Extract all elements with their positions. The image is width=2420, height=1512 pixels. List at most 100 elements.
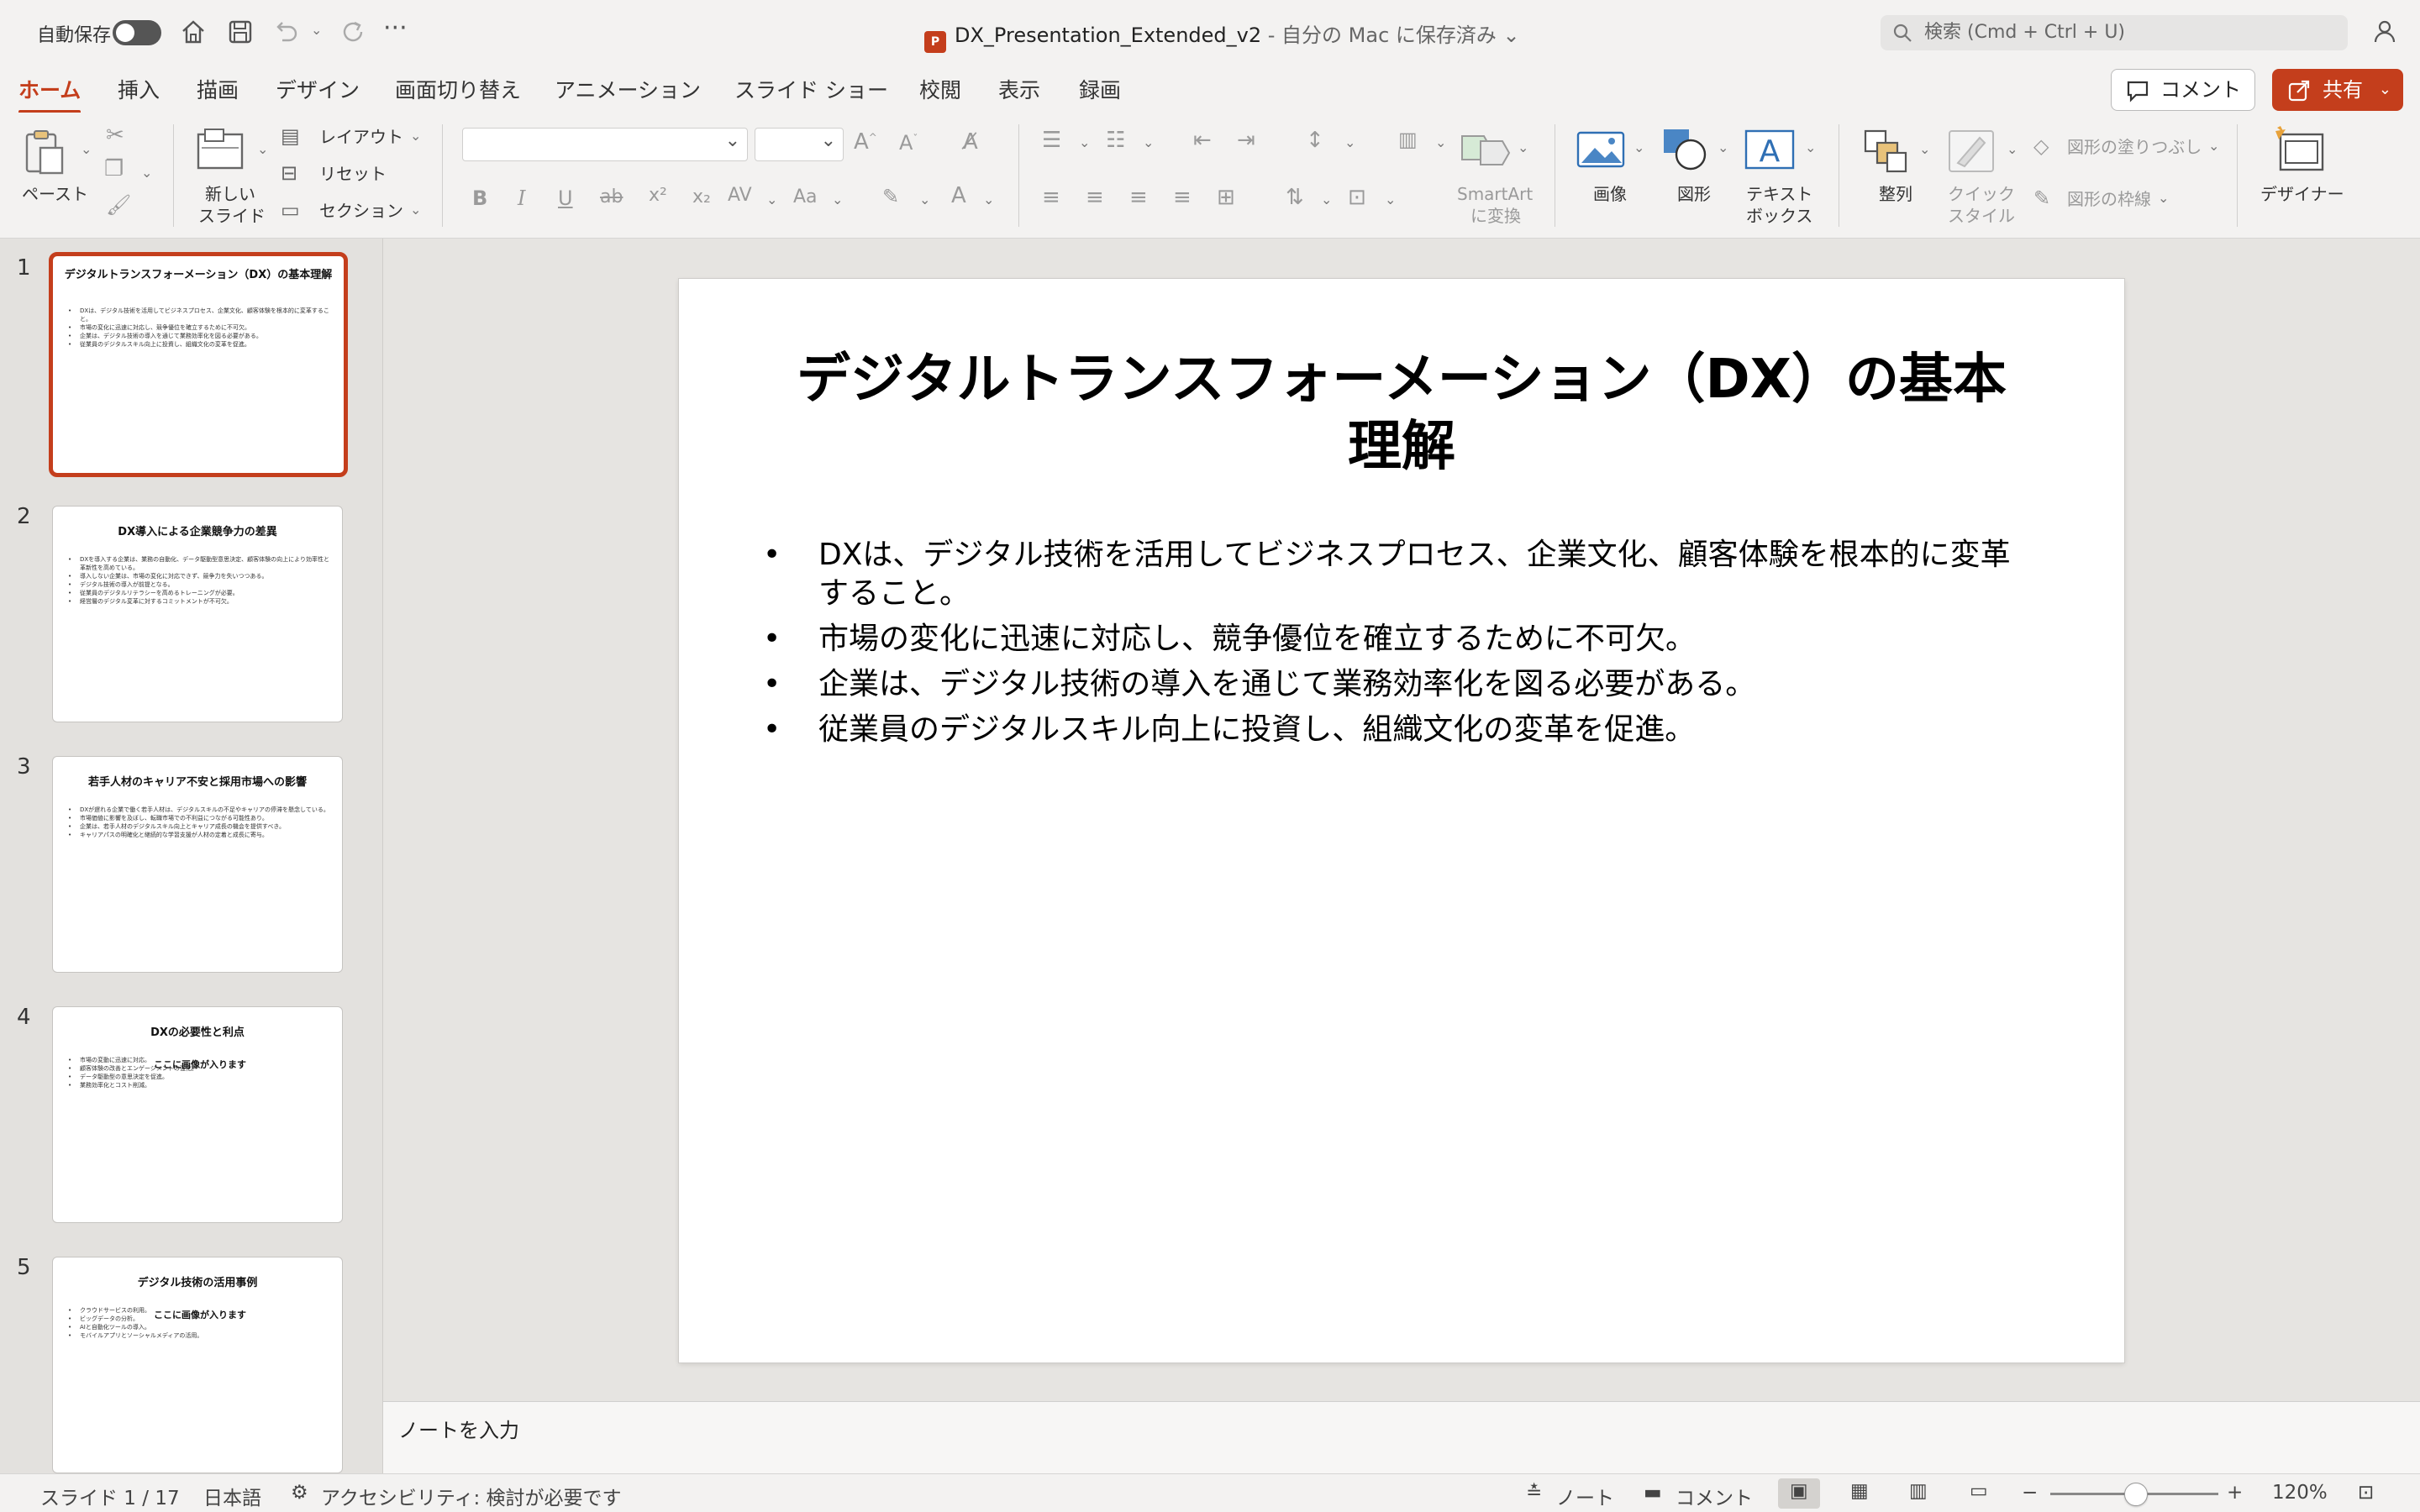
font-color-dropdown-icon[interactable]: ⌄ <box>983 192 994 207</box>
section-button[interactable]: セクション <box>319 200 403 222</box>
change-case-icon[interactable]: Aa <box>793 186 818 207</box>
search-input[interactable]: 検索 (Cmd + Ctrl + U) <box>1881 15 2348 50</box>
accessibility-icon[interactable]: ⚙ <box>291 1482 308 1504</box>
cut-icon[interactable]: ✂ <box>106 123 124 148</box>
align-left-icon[interactable]: ≡ <box>1042 185 1060 210</box>
textbox-dropdown-icon[interactable]: ⌄ <box>1805 139 1816 155</box>
reset-button[interactable]: リセット <box>319 163 387 185</box>
copy-dropdown-icon[interactable]: ⌄ <box>141 165 152 181</box>
justify-icon[interactable]: ≡ <box>1173 185 1192 210</box>
save-icon[interactable] <box>225 17 255 47</box>
bold-icon[interactable]: B <box>472 186 487 210</box>
columns-icon[interactable]: ▥ <box>1398 128 1418 151</box>
shapes-dropdown-icon[interactable]: ⌄ <box>1718 139 1728 155</box>
decrease-font-icon[interactable]: Aˇ <box>899 131 918 155</box>
zoom-in-icon[interactable]: + <box>2227 1482 2243 1504</box>
tab-insert[interactable]: 挿入 <box>118 74 160 104</box>
notes-icon[interactable]: ≛ <box>1526 1482 1542 1504</box>
document-title[interactable]: P DX_Presentation_Extended_v2 - 自分の Mac に… <box>924 18 1520 53</box>
smartart-dropdown-icon[interactable]: ⌄ <box>1518 139 1528 155</box>
shape-fill-icon[interactable]: ◇ <box>2033 134 2049 158</box>
fit-to-window-icon[interactable]: ⊡ <box>2358 1482 2374 1504</box>
comments-icon[interactable]: ▬ <box>1644 1482 1662 1504</box>
paste-icon[interactable] <box>22 128 72 181</box>
zoom-slider-handle[interactable] <box>2124 1483 2148 1506</box>
textbox-icon[interactable]: A <box>1743 128 1797 175</box>
font-name-select[interactable] <box>462 128 748 161</box>
text-direction-dropdown-icon[interactable]: ⌄ <box>1321 192 1332 207</box>
slide-sorter-button[interactable]: ▦ <box>1839 1478 1881 1509</box>
section-dropdown-icon[interactable]: ⌄ <box>410 202 421 218</box>
bullets-dropdown-icon[interactable]: ⌄ <box>1079 134 1090 150</box>
home-icon[interactable] <box>178 17 208 47</box>
reset-icon[interactable]: ⊟ <box>281 161 297 185</box>
numbering-dropdown-icon[interactable]: ⌄ <box>1143 134 1154 150</box>
character-spacing-icon[interactable]: AV <box>728 185 752 206</box>
new-slide-dropdown-icon[interactable]: ⌄ <box>257 141 268 157</box>
undo-icon[interactable] <box>271 17 301 47</box>
tab-view[interactable]: 表示 <box>998 74 1040 104</box>
tab-draw[interactable]: 描画 <box>197 74 239 104</box>
font-color-icon[interactable]: A <box>951 183 966 208</box>
strikethrough-icon[interactable]: ab <box>600 186 623 207</box>
highlight-icon[interactable]: ✎ <box>882 185 899 208</box>
slide-title[interactable]: デジタルトランスフォーメーション（DX）の基本 理解 <box>746 346 2057 480</box>
slide-thumbnail-2[interactable]: DX導入による企業競争力の差異 DXを導入する企業は、業務の自動化、データ駆動型… <box>52 506 343 722</box>
account-share-icon[interactable] <box>2370 17 2400 50</box>
shape-outline-button[interactable]: 図形の枠線 <box>2067 188 2151 210</box>
italic-icon[interactable]: I <box>518 186 525 210</box>
underline-icon[interactable]: U <box>558 186 573 210</box>
change-case-dropdown-icon[interactable]: ⌄ <box>832 192 843 207</box>
layout-dropdown-icon[interactable]: ⌄ <box>410 128 421 144</box>
slide-thumbnail-1[interactable]: デジタルトランスフォーメーション（DX）の基本理解 DXは、デジタル技術を活用し… <box>49 252 348 477</box>
numbering-icon[interactable]: ☷ <box>1106 128 1125 153</box>
autosave-toggle[interactable] <box>113 20 161 45</box>
shape-fill-dropdown-icon[interactable]: ⌄ <box>2208 138 2219 154</box>
copy-icon[interactable]: ❐ <box>104 156 124 181</box>
slideshow-button[interactable]: ▭ <box>1958 1478 2000 1509</box>
highlight-dropdown-icon[interactable]: ⌄ <box>919 192 930 207</box>
align-center-icon[interactable]: ≡ <box>1086 185 1104 210</box>
slide-thumbnail-3[interactable]: 若手人材のキャリア不安と採用市場への影響 DXが遅れる企業で働く若手人材は、デジ… <box>52 756 343 973</box>
comments-toggle[interactable]: コメント <box>1676 1482 1753 1510</box>
more-icon[interactable]: ··· <box>383 13 413 44</box>
zoom-level[interactable]: 120% <box>2272 1482 2328 1504</box>
notes-pane[interactable]: ノートを入力 <box>383 1401 2420 1473</box>
new-slide-icon[interactable] <box>195 126 249 176</box>
tab-review[interactable]: 校閲 <box>919 74 961 104</box>
increase-indent-icon[interactable]: ⇥ <box>1237 128 1255 153</box>
shape-fill-button[interactable]: 図形の塗りつぶし <box>2067 136 2202 158</box>
undo-dropdown-icon[interactable]: ⌄ <box>311 22 322 38</box>
increase-font-icon[interactable]: A^ <box>854 129 877 155</box>
language-indicator[interactable]: 日本語 <box>203 1482 261 1510</box>
shape-outline-icon[interactable]: ✎ <box>2033 186 2050 210</box>
bullets-icon[interactable]: ☰ <box>1042 128 1061 153</box>
columns-dropdown-icon[interactable]: ⌄ <box>1435 134 1446 150</box>
slide-body[interactable]: DXは、デジタル技術を活用してビジネスプロセス、企業文化、顧客体験を根本的に変革… <box>763 536 2023 756</box>
paste-dropdown-icon[interactable]: ⌄ <box>81 141 92 157</box>
align-right-icon[interactable]: ≡ <box>1129 185 1148 210</box>
tab-slideshow[interactable]: スライド ショー <box>734 74 888 104</box>
layout-icon[interactable]: ▤ <box>281 124 300 148</box>
distributed-icon[interactable]: ⊞ <box>1217 185 1235 210</box>
shapes-icon[interactable] <box>1662 128 1709 175</box>
tab-transitions[interactable]: 画面切り替え <box>395 74 521 104</box>
normal-view-button[interactable]: ▣ <box>1778 1478 1820 1509</box>
tab-design[interactable]: デザイン <box>276 74 360 104</box>
tab-record[interactable]: 録画 <box>1079 74 1121 104</box>
character-spacing-dropdown-icon[interactable]: ⌄ <box>766 192 777 207</box>
notes-toggle[interactable]: ノート <box>1556 1482 1614 1510</box>
align-text-dropdown-icon[interactable]: ⌄ <box>1385 192 1396 207</box>
slide-thumbnail-4[interactable]: DXの必要性と利点 市場の変動に迅速に対応。 顧客体験の改善とエンゲージメントの… <box>52 1006 343 1223</box>
zoom-out-icon[interactable]: − <box>2022 1482 2038 1504</box>
slide-thumbnail-panel[interactable]: 1 デジタルトランスフォーメーション（DX）の基本理解 DXは、デジタル技術を活… <box>0 239 375 1473</box>
share-button[interactable]: 共有 ⌄ <box>2272 69 2403 111</box>
image-dropdown-icon[interactable]: ⌄ <box>1634 139 1644 155</box>
superscript-icon[interactable]: x² <box>649 185 667 206</box>
comment-button[interactable]: コメント <box>2111 69 2255 111</box>
smartart-icon[interactable] <box>1459 129 1512 173</box>
line-spacing-dropdown-icon[interactable]: ⌄ <box>1344 134 1355 150</box>
quick-style-icon[interactable] <box>1946 128 1996 178</box>
tab-home[interactable]: ホーム <box>18 74 82 114</box>
layout-button[interactable]: レイアウト <box>319 126 403 148</box>
